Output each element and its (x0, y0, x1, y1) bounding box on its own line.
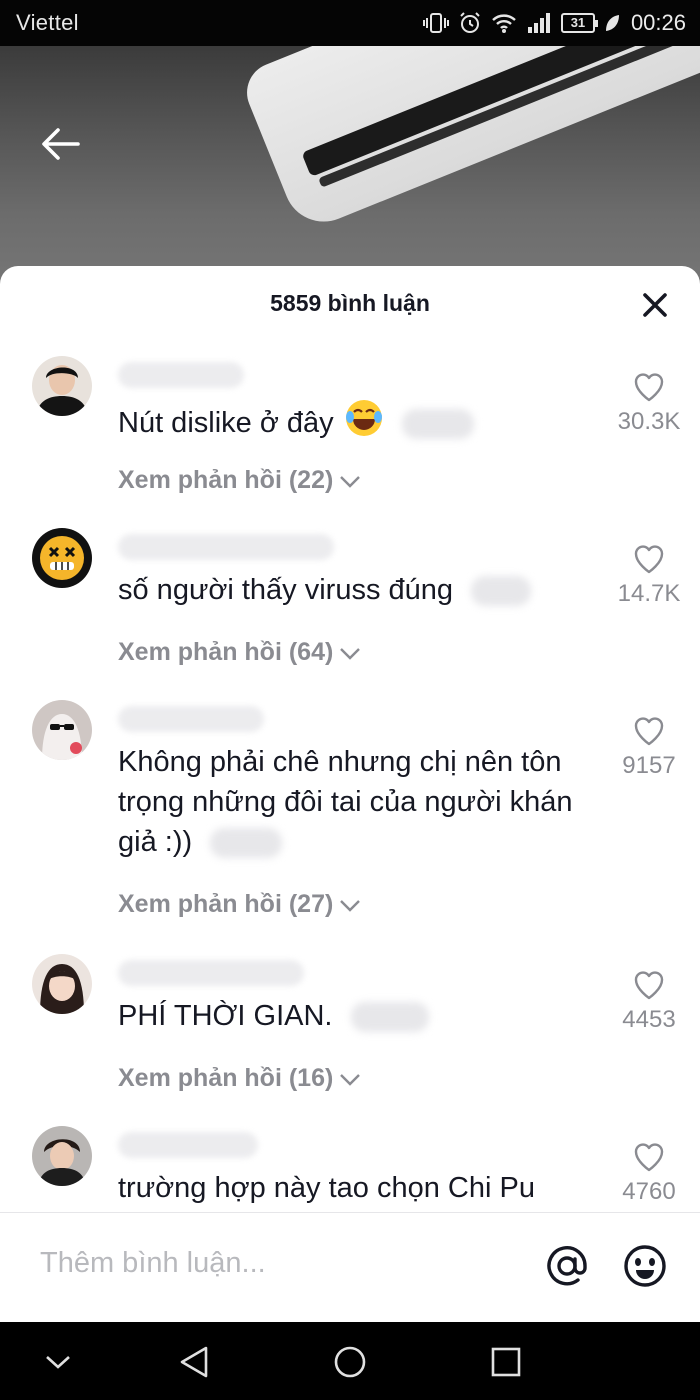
comment-item: Nút dislike ở đây Xem phản hồi (22) 30.3… (0, 342, 700, 512)
avatar[interactable] (32, 1126, 92, 1186)
avatar[interactable] (32, 356, 92, 416)
view-replies-button[interactable]: Xem phản hồi (16) (118, 1064, 361, 1093)
video-frame-image (238, 46, 700, 234)
battery-icon: 31 (560, 13, 598, 33)
emoji-button[interactable] (622, 1243, 668, 1289)
avatar[interactable] (32, 954, 92, 1014)
back-button[interactable] (38, 124, 82, 164)
like-button[interactable]: 4453 (610, 970, 688, 1034)
comment-text: Không phải chê nhưng chị nên tôn trọng n… (118, 746, 573, 859)
heart-icon (634, 545, 664, 574)
chevron-down-icon (340, 647, 361, 660)
username-blurred[interactable] (118, 960, 304, 986)
vibrate-icon (422, 11, 449, 35)
comment-item: PHÍ THỜI GIAN. Xem phản hồi (16) 4453 (0, 940, 700, 1110)
chevron-down-icon (340, 1073, 361, 1086)
video-background (0, 46, 700, 286)
username-blurred[interactable] (118, 1132, 258, 1158)
like-count: 30.3K (617, 408, 681, 435)
username-blurred[interactable] (118, 534, 334, 560)
like-button[interactable]: 14.7K (610, 544, 688, 608)
close-button[interactable] (640, 290, 670, 320)
clock: 00:26 (630, 10, 686, 35)
comment-text: PHÍ THỜI GIAN. (118, 996, 588, 1036)
comment-text: số người thấy viruss đúng (118, 570, 588, 610)
carrier-name: Viettel (16, 10, 79, 35)
avatar[interactable] (32, 528, 92, 588)
at-icon (547, 1246, 587, 1286)
nav-back-button[interactable] (174, 1342, 214, 1382)
system-navigation-bar (0, 1322, 700, 1400)
view-replies-button[interactable]: Xem phản hồi (27) (118, 890, 361, 919)
username-blurred[interactable] (118, 362, 244, 388)
comment-item: Không phải chê nhưng chị nên tôn trọng n… (0, 686, 700, 938)
timestamp-blurred (471, 576, 532, 607)
comments-count-title: 5859 bình luận (270, 290, 430, 316)
leaf-icon (604, 13, 620, 33)
nav-collapse-button[interactable] (38, 1342, 78, 1382)
comments-header: 5859 bình luận (0, 266, 700, 342)
comment-item: số người thấy viruss đúng Xem phản hồi (… (0, 514, 700, 684)
comment-text: trường hợp này tao chọn Chi Pu (118, 1172, 535, 1204)
like-count: 14.7K (617, 580, 681, 607)
comments-list[interactable]: Nút dislike ở đây Xem phản hồi (22) 30.3… (0, 342, 700, 1212)
emoji-icon (624, 1245, 666, 1287)
view-replies-button[interactable]: Xem phản hồi (64) (118, 638, 361, 667)
nav-recents-button[interactable] (486, 1342, 526, 1382)
timestamp-blurred (210, 828, 283, 859)
comment-text: Nút dislike ở đây (118, 398, 588, 443)
comment-item: trường hợp này tao chọn Chi Pu 4760 (0, 1112, 700, 1212)
close-icon (643, 293, 667, 317)
nav-home-button[interactable] (330, 1342, 370, 1382)
back-arrow-icon (42, 128, 80, 160)
like-count: 4760 (622, 1178, 676, 1205)
heart-icon (634, 1143, 664, 1172)
avatar[interactable] (32, 700, 92, 760)
laughing-emoji-icon (344, 398, 384, 438)
view-replies-button[interactable]: Xem phản hồi (22) (118, 466, 361, 495)
status-icons: 31 00:26 (422, 8, 686, 38)
nav-recents-icon (491, 1347, 521, 1377)
like-button[interactable]: 4760 (610, 1142, 688, 1206)
mention-button[interactable] (544, 1243, 590, 1289)
like-count: 4453 (622, 1006, 676, 1033)
timestamp-blurred (401, 409, 474, 440)
like-button[interactable]: 9157 (610, 716, 688, 780)
heart-icon (634, 971, 664, 1000)
like-count: 9157 (622, 752, 676, 779)
heart-icon (634, 717, 664, 746)
comments-sheet: 5859 bình luận Nút dislike ở đây Xem phả… (0, 266, 700, 1322)
nav-back-icon (180, 1346, 208, 1378)
like-button[interactable]: 30.3K (610, 372, 688, 436)
status-bar: Viettel 31 00:26 (0, 0, 700, 46)
alarm-icon (458, 11, 482, 35)
heart-icon (634, 373, 664, 402)
nav-home-icon (334, 1346, 366, 1378)
chevron-down-icon (340, 475, 361, 488)
comment-input[interactable]: Thêm bình luận... (40, 1247, 266, 1280)
wifi-icon (491, 12, 517, 34)
signal-icon (526, 12, 552, 34)
nav-collapse-icon (46, 1356, 70, 1369)
timestamp-blurred (350, 1002, 429, 1033)
username-blurred[interactable] (118, 706, 264, 732)
chevron-down-icon (340, 899, 361, 912)
comment-input-bar: Thêm bình luận... (0, 1212, 700, 1322)
